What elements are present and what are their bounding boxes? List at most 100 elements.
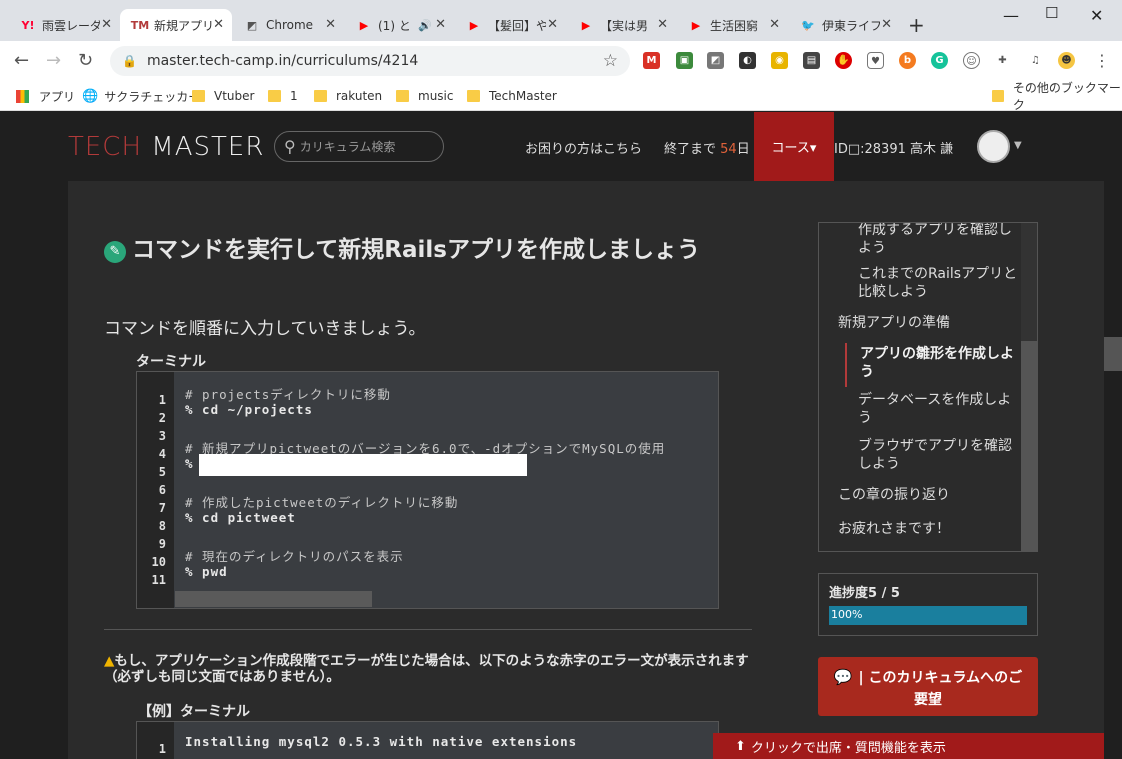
extension-icon[interactable]: ◐: [739, 52, 756, 69]
grammarly-icon[interactable]: G: [931, 52, 948, 69]
close-icon[interactable]: ✕: [435, 17, 446, 32]
toc-item-section[interactable]: 新規アプリの準備: [838, 314, 1018, 332]
site-header: TECH MASTER ⚲ カリキュラム検索 お困りの方はこちら 終了まで 54日…: [0, 112, 1104, 181]
tab-chrome[interactable]: ◩ Chrome ✕: [232, 9, 344, 41]
youtube-icon: ▶: [359, 18, 369, 32]
media-icon[interactable]: ♫: [1027, 52, 1044, 69]
menu-icon[interactable]: ⋮: [1094, 51, 1110, 70]
current-item-indicator: [845, 343, 847, 387]
bookmark-techmaster[interactable]: TechMaster: [467, 86, 557, 106]
bookmark-rakuten[interactable]: rakuten: [314, 86, 382, 106]
toc-item[interactable]: 作成するアプリを確認しよう: [858, 223, 1018, 257]
folder-icon: [396, 90, 409, 102]
page-scrollbar[interactable]: [1104, 112, 1122, 759]
tab-label: (1) と: [378, 18, 411, 33]
close-icon[interactable]: ✕: [101, 17, 112, 32]
folder-icon: [314, 90, 327, 102]
line-number: 4: [158, 447, 166, 461]
new-tab-button[interactable]: +: [908, 13, 925, 37]
close-icon[interactable]: ✕: [769, 17, 780, 32]
close-icon[interactable]: ✕: [325, 17, 336, 32]
speaker-icon[interactable]: 🔊: [418, 19, 432, 32]
pocket-icon[interactable]: ♥: [867, 52, 884, 69]
toc-item-section[interactable]: お疲れさまです！: [838, 520, 1018, 538]
bookmark-label: Vtuber: [214, 89, 255, 103]
techmaster-logo[interactable]: TECH MASTER: [68, 132, 264, 162]
code-scrollbar-thumb[interactable]: [175, 591, 372, 607]
extension-icon[interactable]: b: [899, 52, 916, 69]
example-code-line: Installing mysql2 0.5.3 with native exte…: [185, 734, 578, 749]
warning-body: もし、アプリケーション作成段階でエラーが生じた場合は、以下のような赤字のエラー文…: [104, 653, 749, 685]
extension-icon[interactable]: ▣: [676, 52, 693, 69]
course-menu-button[interactable]: コース▾: [754, 112, 834, 181]
extension-icon[interactable]: ☺: [963, 52, 980, 69]
bookmark-other[interactable]: その他のブックマーク: [992, 81, 1122, 112]
table-of-contents: 作成するアプリを確認しよう これまでのRailsアプリと比較しよう 新規アプリの…: [818, 222, 1038, 552]
forward-button[interactable]: →: [46, 50, 61, 71]
tab-youtube-4[interactable]: ▶ 生活困窮 ✕: [676, 9, 788, 41]
tab-label: 生活困窮: [710, 18, 759, 33]
reload-button[interactable]: ↻: [78, 50, 93, 71]
close-icon[interactable]: ✕: [881, 17, 892, 32]
code-line: % cd ~/projects: [185, 402, 313, 417]
warning-text: ▲もし、アプリケーション作成段階でエラーが生じた場合は、以下のような赤字のエラー…: [104, 653, 754, 685]
toc-scrollbar-thumb[interactable]: [1021, 341, 1037, 551]
lock-icon[interactable]: 🔒: [122, 54, 137, 68]
toc-item[interactable]: データベースを作成しよう: [858, 391, 1018, 427]
attendance-question-button[interactable]: ⬆ クリックで出席・質問機能を表示: [713, 733, 1104, 759]
bookmark-sakura[interactable]: 🌐 サクラチェッカー: [82, 86, 200, 106]
bookmark-apps[interactable]: アプリ: [16, 86, 75, 106]
extension-icon[interactable]: ◩: [707, 52, 724, 69]
extension-icon[interactable]: ◉: [771, 52, 788, 69]
request-text-1: | このカリキュラムへのご: [858, 670, 1023, 686]
url-text[interactable]: master.tech-camp.in/curriculums/4214: [147, 53, 418, 69]
code-line: # 現在のディレクトリのパスを表示: [185, 549, 404, 564]
bookmark-label: rakuten: [336, 89, 383, 103]
help-link[interactable]: お困りの方はこちら: [525, 138, 642, 157]
globe-icon: 🌐: [82, 88, 99, 104]
section-title-text: コマンドを実行して新規Railsアプリを作成しましょう: [132, 237, 700, 263]
tab-youtube-1[interactable]: ▶ (1) と 🔊 ✕: [344, 9, 454, 41]
chevron-down-icon[interactable]: ▼: [1014, 140, 1022, 151]
toc-item-section[interactable]: この章の振り返り: [838, 486, 1018, 504]
curriculum-search-input[interactable]: ⚲ カリキュラム検索: [274, 131, 444, 162]
gmail-extension-icon[interactable]: M: [643, 52, 660, 69]
minimize-button[interactable]: —: [1003, 6, 1019, 25]
tab-twitter[interactable]: 🐦 伊東ライフ ✕: [788, 9, 900, 41]
bookmark-star-icon[interactable]: ☆: [603, 51, 618, 71]
tab-weather[interactable]: Y! 雨雲レーダ ✕: [8, 9, 120, 41]
request-button[interactable]: 💬 | このカリキュラムへのご 要望: [818, 657, 1038, 716]
avatar[interactable]: [977, 130, 1010, 163]
bookmark-vtuber[interactable]: Vtuber: [192, 86, 254, 106]
puzzle-icon[interactable]: ✚: [994, 52, 1011, 69]
warning-icon: ▲: [104, 653, 115, 669]
tab-youtube-3[interactable]: ▶ 【実は男 ✕: [566, 9, 676, 41]
browser-toolbar: ← → ↻ 🔒 master.tech-camp.in/curriculums/…: [0, 41, 1122, 81]
bookmark-1[interactable]: 1: [268, 86, 298, 106]
tab-label: 伊東ライフ: [822, 18, 880, 33]
toc-item[interactable]: ブラウザでアプリを確認しよう: [858, 437, 1018, 473]
maximize-button[interactable]: ☐: [1045, 4, 1058, 22]
tab-techmaster[interactable]: TM 新規アプリ ✕: [120, 9, 232, 41]
close-icon[interactable]: ✕: [657, 17, 668, 32]
toc-item-current[interactable]: アプリの雛形を作成しよう: [860, 345, 1020, 381]
example-terminal-label: 【例】ターミナル: [138, 704, 250, 720]
close-window-button[interactable]: ✕: [1090, 6, 1103, 25]
folder-icon: [192, 90, 205, 102]
page-scrollbar-thumb[interactable]: [1104, 337, 1122, 371]
web-page: TECH MASTER ⚲ カリキュラム検索 お困りの方はこちら 終了まで 54日…: [0, 112, 1122, 759]
code-line: % pwd: [185, 564, 228, 579]
toc-item[interactable]: これまでのRailsアプリと比較しよう: [858, 265, 1018, 301]
back-button[interactable]: ←: [14, 50, 29, 71]
bookmark-music[interactable]: music: [396, 86, 453, 106]
close-icon[interactable]: ✕: [547, 17, 558, 32]
extension-icon[interactable]: ▤: [803, 52, 820, 69]
adblock-icon[interactable]: ✋: [835, 52, 852, 69]
terminal-label: ターミナル: [136, 354, 206, 370]
tab-label: Chrome: [266, 18, 314, 32]
address-bar[interactable]: 🔒 master.tech-camp.in/curriculums/4214 ☆: [110, 46, 630, 76]
folder-icon: [268, 90, 281, 102]
close-icon[interactable]: ✕: [213, 17, 224, 32]
tab-youtube-2[interactable]: ▶ 【髪回】や ✕: [454, 9, 566, 41]
profile-avatar[interactable]: ☻: [1058, 52, 1075, 69]
